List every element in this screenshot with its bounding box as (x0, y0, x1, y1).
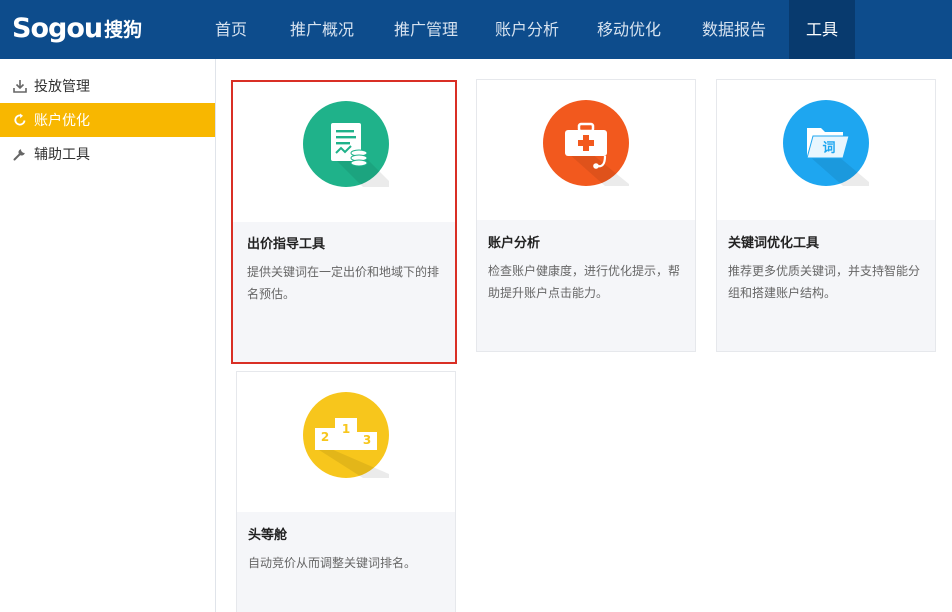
document-coins-icon (303, 101, 389, 187)
podium-number: 3 (363, 433, 371, 447)
folder-word-label: 词 (822, 141, 835, 156)
sidebar-item-label: 账户优化 (34, 113, 90, 129)
logo-chinese: 搜狗 (104, 18, 143, 41)
sidebar-item-account-optimization[interactable]: 账户优化 (0, 103, 215, 137)
card-description: 自动竞价从而调整关键词排名。 (248, 556, 417, 570)
card-icon-area (233, 82, 455, 222)
medical-kit-icon (543, 100, 629, 186)
sidebar-item-label: 投放管理 (34, 79, 90, 95)
card-title: 出价指导工具 (247, 237, 326, 252)
nav-tools[interactable]: 工具 (789, 0, 855, 59)
card-icon-area: 词 (717, 80, 935, 220)
card-icon-area: 1 2 3 (237, 372, 455, 512)
card-icon-area (477, 80, 695, 220)
main-nav: 首页 推广概况 推广管理 账户分析 移动优化 数据报告 工具 (195, 0, 855, 59)
sidebar-item-label: 辅助工具 (34, 147, 90, 163)
wrench-icon (12, 146, 28, 162)
nav-home[interactable]: 首页 (195, 0, 267, 59)
logo-latin: Sogou (12, 12, 103, 44)
tool-card-bid-guide[interactable]: 出价指导工具 提供关键词在一定出价和地域下的排名预估。 (231, 80, 457, 364)
card-description: 推荐更多优质关键词，并支持智能分组和搭建账户结构。 (728, 264, 921, 300)
top-header: Sogou 搜狗 首页 推广概况 推广管理 账户分析 移动优化 数据报告 工具 (0, 0, 952, 59)
card-description: 提供关键词在一定出价和地域下的排名预估。 (247, 265, 440, 301)
card-title: 头等舱 (248, 528, 288, 543)
card-title: 关键词优化工具 (728, 236, 820, 251)
sidebar-item-delivery-management[interactable]: 投放管理 (0, 69, 215, 103)
sogou-logo[interactable]: Sogou 搜狗 (12, 8, 142, 48)
nav-management[interactable]: 推广管理 (377, 0, 475, 59)
sidebar: 投放管理 账户优化 辅助工具 (0, 59, 216, 612)
nav-overview[interactable]: 推广概况 (267, 0, 377, 59)
sidebar-item-auxiliary-tools[interactable]: 辅助工具 (0, 137, 215, 171)
podium-number: 1 (342, 422, 350, 436)
card-title: 账户分析 (488, 236, 541, 251)
refresh-icon (12, 112, 28, 128)
nav-data-report[interactable]: 数据报告 (679, 0, 789, 59)
folder-word-icon: 词 (783, 100, 869, 186)
podium-icon: 1 2 3 (303, 392, 389, 478)
podium-number: 2 (321, 430, 329, 444)
nav-account-analysis[interactable]: 账户分析 (475, 0, 579, 59)
download-icon (12, 78, 28, 94)
tool-card-keyword-optimization[interactable]: 词 关键词优化工具 推荐更多优质关键词，并支持智能分组和搭建账户结构。 (716, 79, 936, 352)
tool-card-account-analysis[interactable]: 账户分析 检查账户健康度，进行优化提示，帮助提升账户点击能力。 (476, 79, 696, 352)
nav-mobile-optimization[interactable]: 移动优化 (579, 0, 679, 59)
tool-card-first-class[interactable]: 1 2 3 头等舱 自动竞价从而调整关键词排名。 (236, 371, 456, 612)
card-description: 检查账户健康度，进行优化提示，帮助提升账户点击能力。 (488, 264, 681, 300)
